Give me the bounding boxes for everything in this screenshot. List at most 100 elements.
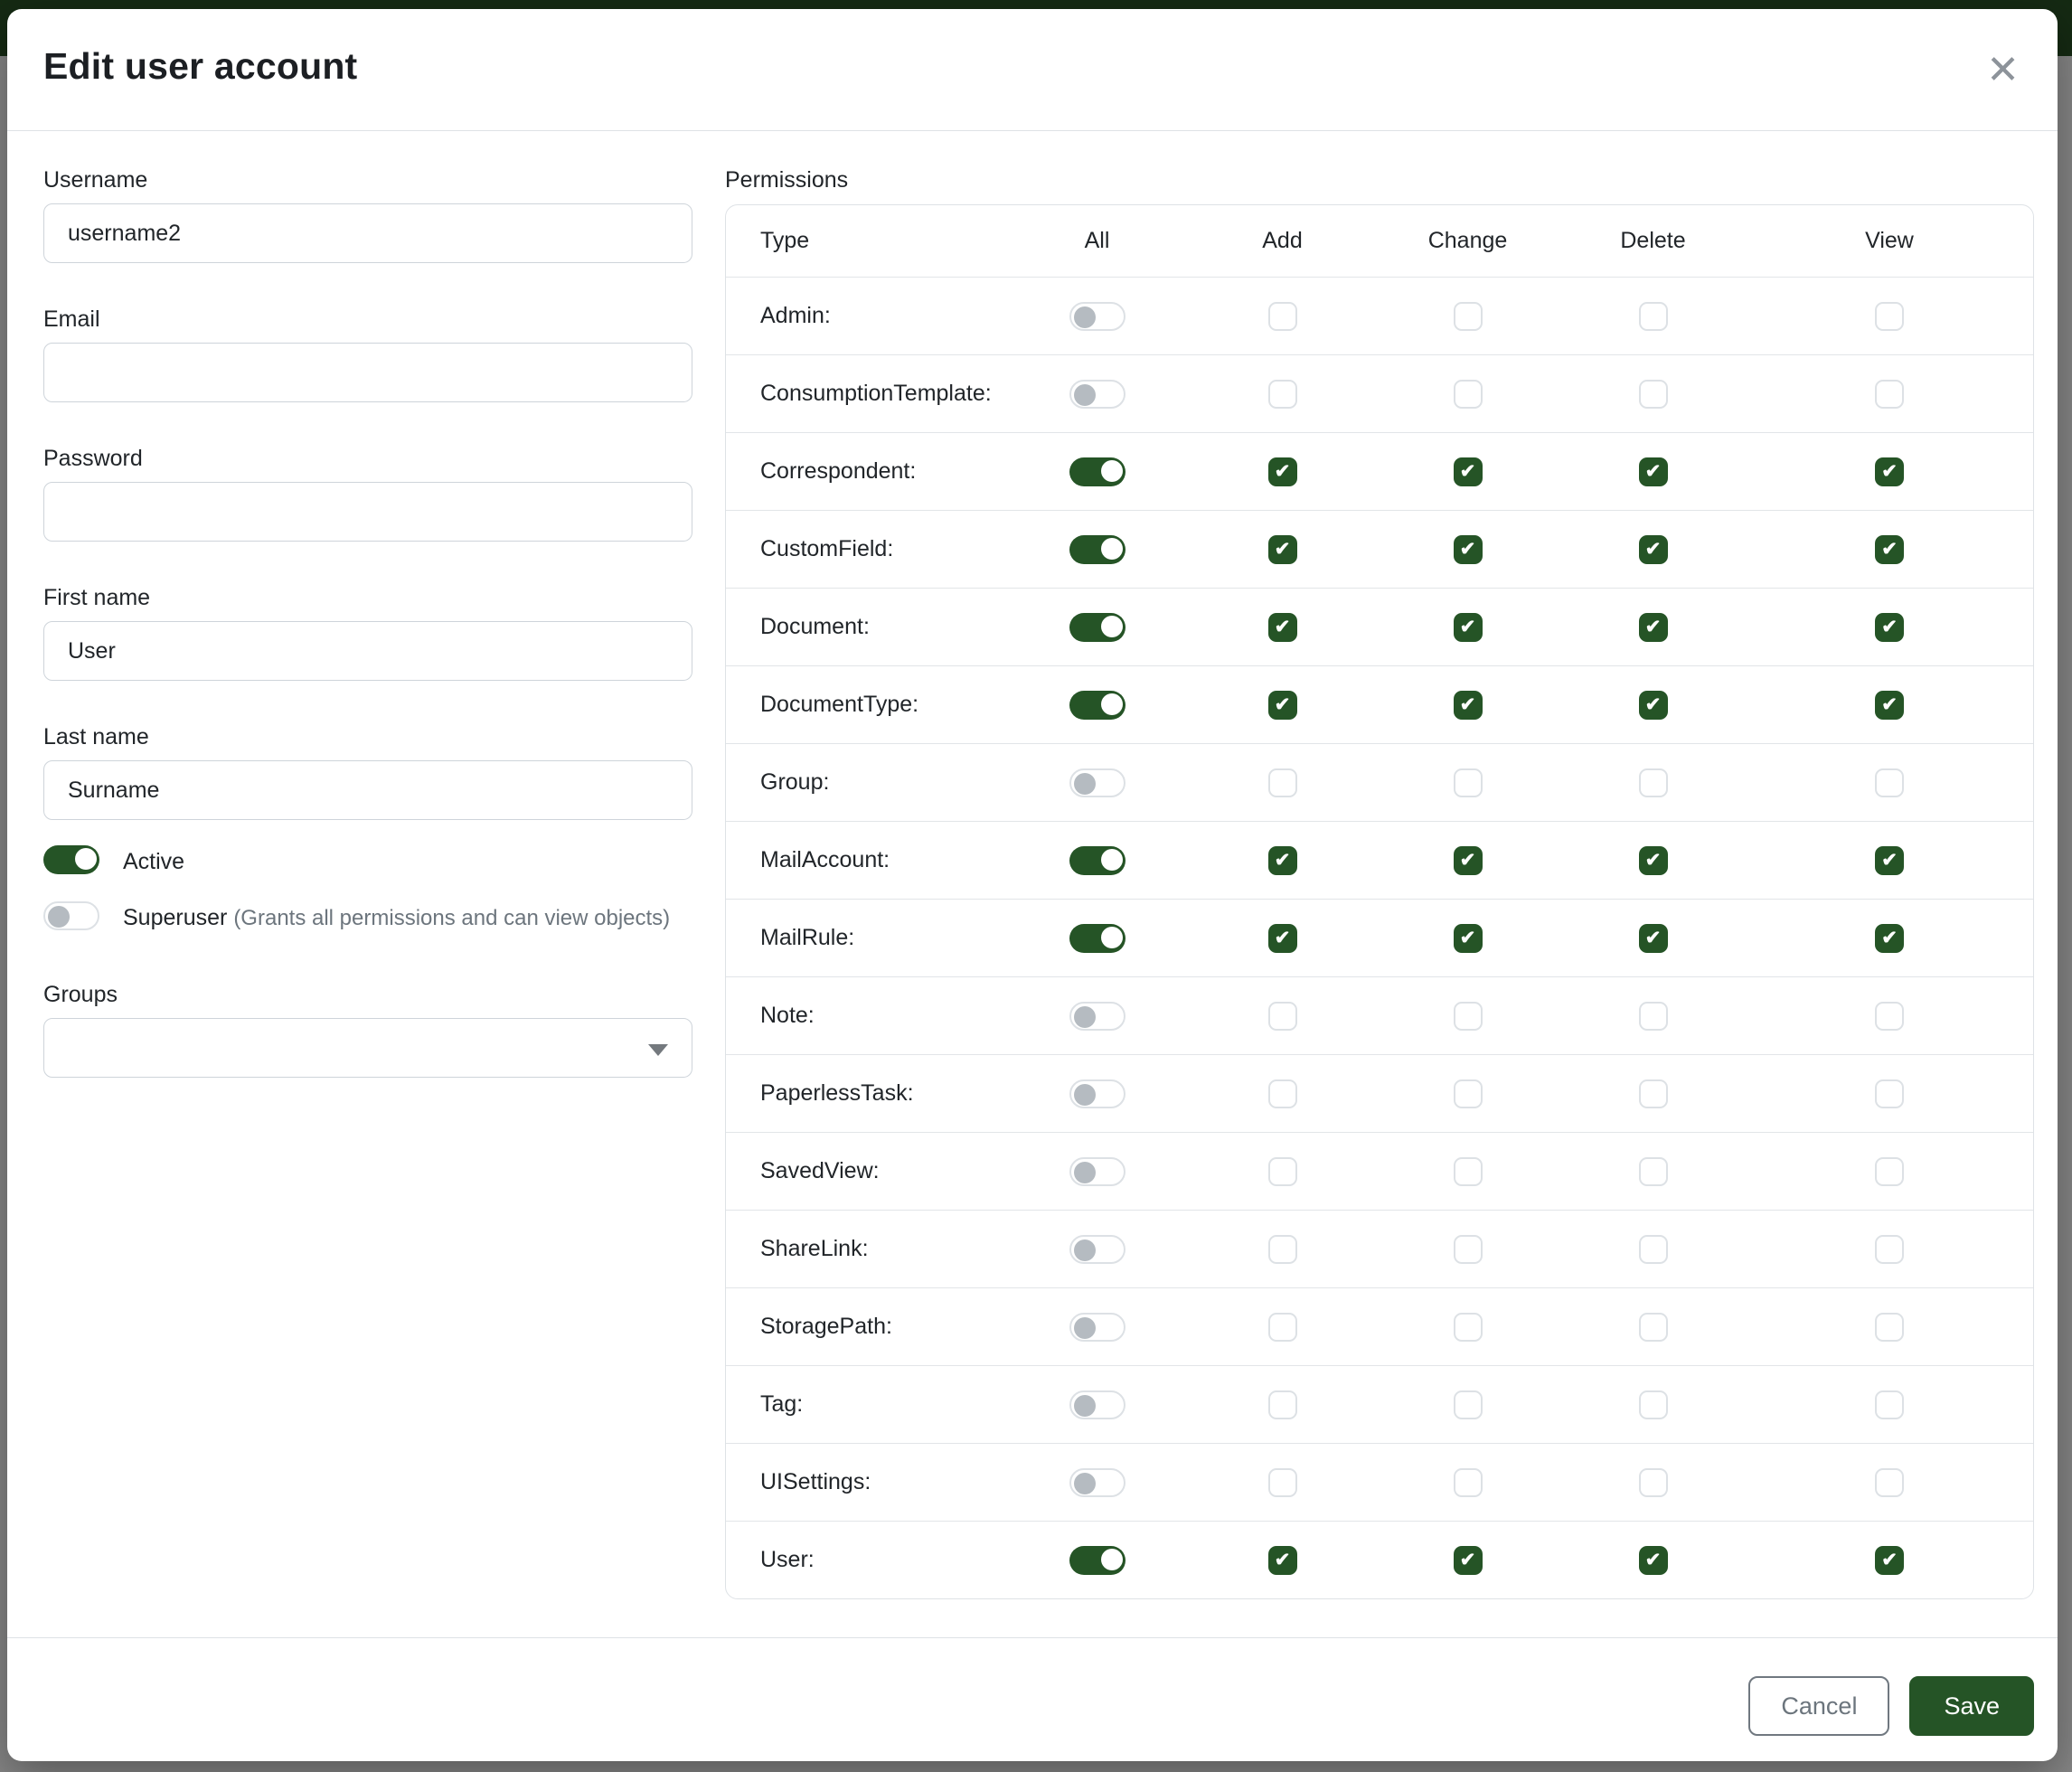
permission-all-toggle[interactable] [1069, 535, 1125, 564]
permission-change-checkbox[interactable] [1454, 457, 1483, 486]
permission-all-toggle[interactable] [1069, 380, 1125, 409]
permission-change-checkbox[interactable] [1454, 1390, 1483, 1419]
permission-view-checkbox[interactable] [1875, 1157, 1904, 1186]
permission-change-checkbox[interactable] [1454, 1002, 1483, 1031]
permission-add-checkbox[interactable] [1268, 380, 1297, 409]
permission-delete-checkbox[interactable] [1639, 1313, 1668, 1342]
permission-change-checkbox[interactable] [1454, 1157, 1483, 1186]
permission-view-checkbox[interactable] [1875, 613, 1904, 642]
permission-all-toggle[interactable] [1069, 846, 1125, 875]
permission-all-toggle[interactable] [1069, 1079, 1125, 1108]
permission-all-toggle[interactable] [1069, 924, 1125, 953]
permission-view-checkbox[interactable] [1875, 768, 1904, 797]
permission-add-checkbox[interactable] [1268, 1313, 1297, 1342]
permission-view-checkbox[interactable] [1875, 846, 1904, 875]
permission-delete-checkbox[interactable] [1639, 1002, 1668, 1031]
permission-change-checkbox[interactable] [1454, 691, 1483, 720]
permission-delete-checkbox[interactable] [1639, 1235, 1668, 1264]
permission-delete-checkbox[interactable] [1639, 1157, 1668, 1186]
permission-add-checkbox[interactable] [1268, 846, 1297, 875]
permission-view-checkbox[interactable] [1875, 1390, 1904, 1419]
permission-view-checkbox[interactable] [1875, 380, 1904, 409]
permission-delete-checkbox[interactable] [1639, 613, 1668, 642]
first-name-input[interactable] [43, 621, 692, 681]
permission-all-toggle[interactable] [1069, 457, 1125, 486]
permission-add-checkbox[interactable] [1268, 1157, 1297, 1186]
permission-view-checkbox[interactable] [1875, 691, 1904, 720]
permission-view-checkbox[interactable] [1875, 1235, 1904, 1264]
permission-delete-checkbox[interactable] [1639, 302, 1668, 331]
permission-all-toggle[interactable] [1069, 1235, 1125, 1264]
permission-all-toggle[interactable] [1069, 1313, 1125, 1342]
permission-change-checkbox[interactable] [1454, 1546, 1483, 1575]
permission-delete-checkbox[interactable] [1639, 380, 1668, 409]
permission-all-toggle[interactable] [1069, 1390, 1125, 1419]
permission-delete-checkbox[interactable] [1639, 1390, 1668, 1419]
email-input[interactable] [43, 343, 692, 402]
permission-delete-checkbox[interactable] [1639, 1079, 1668, 1108]
permission-add-checkbox[interactable] [1268, 1002, 1297, 1031]
permission-view-checkbox[interactable] [1875, 1313, 1904, 1342]
permission-change-checkbox[interactable] [1454, 846, 1483, 875]
permission-add-checkbox[interactable] [1268, 535, 1297, 564]
permission-change-checkbox[interactable] [1454, 302, 1483, 331]
permission-add-checkbox[interactable] [1268, 457, 1297, 486]
permission-delete-cell [1560, 1002, 1746, 1031]
permission-all-toggle[interactable] [1069, 768, 1125, 797]
permission-all-toggle[interactable] [1069, 302, 1125, 331]
permission-add-checkbox[interactable] [1268, 768, 1297, 797]
permission-add-checkbox[interactable] [1268, 691, 1297, 720]
permission-change-checkbox[interactable] [1454, 768, 1483, 797]
groups-select[interactable] [43, 1018, 692, 1078]
permission-change-checkbox[interactable] [1454, 1313, 1483, 1342]
username-input[interactable] [43, 203, 692, 263]
permission-delete-checkbox[interactable] [1639, 1546, 1668, 1575]
permission-all-toggle[interactable] [1069, 613, 1125, 642]
close-icon[interactable]: ✕ [1984, 45, 2021, 96]
permission-view-checkbox[interactable] [1875, 1002, 1904, 1031]
permission-change-checkbox[interactable] [1454, 1235, 1483, 1264]
permission-change-checkbox[interactable] [1454, 535, 1483, 564]
permission-delete-checkbox[interactable] [1639, 1468, 1668, 1497]
permission-delete-checkbox[interactable] [1639, 457, 1668, 486]
permission-add-checkbox[interactable] [1268, 1468, 1297, 1497]
permission-all-toggle[interactable] [1069, 1546, 1125, 1575]
save-button[interactable]: Save [1909, 1676, 2034, 1736]
permission-view-checkbox[interactable] [1875, 1079, 1904, 1108]
permission-add-checkbox[interactable] [1268, 613, 1297, 642]
permission-add-checkbox[interactable] [1268, 302, 1297, 331]
last-name-input[interactable] [43, 760, 692, 820]
permission-change-checkbox[interactable] [1454, 380, 1483, 409]
permission-all-toggle[interactable] [1069, 1002, 1125, 1031]
superuser-toggle[interactable] [43, 901, 99, 930]
permission-add-checkbox[interactable] [1268, 1235, 1297, 1264]
permission-view-checkbox[interactable] [1875, 1546, 1904, 1575]
permission-delete-checkbox[interactable] [1639, 691, 1668, 720]
permission-view-checkbox[interactable] [1875, 1468, 1904, 1497]
permission-add-checkbox[interactable] [1268, 1079, 1297, 1108]
permission-delete-cell [1560, 1546, 1746, 1575]
permission-delete-checkbox[interactable] [1639, 768, 1668, 797]
permission-delete-checkbox[interactable] [1639, 846, 1668, 875]
permissions-table: TypeAllAddChangeDeleteView Admin: Consum… [725, 204, 2034, 1599]
permission-view-checkbox[interactable] [1875, 924, 1904, 953]
permission-change-checkbox[interactable] [1454, 613, 1483, 642]
permission-change-checkbox[interactable] [1454, 924, 1483, 953]
permission-add-checkbox[interactable] [1268, 1546, 1297, 1575]
permission-all-toggle[interactable] [1069, 691, 1125, 720]
permission-delete-checkbox[interactable] [1639, 924, 1668, 953]
permission-view-checkbox[interactable] [1875, 457, 1904, 486]
permission-all-toggle[interactable] [1069, 1468, 1125, 1497]
permission-add-checkbox[interactable] [1268, 1390, 1297, 1419]
permission-view-cell [1746, 613, 2033, 642]
permission-add-checkbox[interactable] [1268, 924, 1297, 953]
permission-change-checkbox[interactable] [1454, 1079, 1483, 1108]
cancel-button[interactable]: Cancel [1748, 1676, 1889, 1736]
password-input[interactable] [43, 482, 692, 542]
permission-all-toggle[interactable] [1069, 1157, 1125, 1186]
permission-view-checkbox[interactable] [1875, 535, 1904, 564]
permission-delete-checkbox[interactable] [1639, 535, 1668, 564]
permission-change-checkbox[interactable] [1454, 1468, 1483, 1497]
active-toggle[interactable] [43, 845, 99, 874]
permission-view-checkbox[interactable] [1875, 302, 1904, 331]
